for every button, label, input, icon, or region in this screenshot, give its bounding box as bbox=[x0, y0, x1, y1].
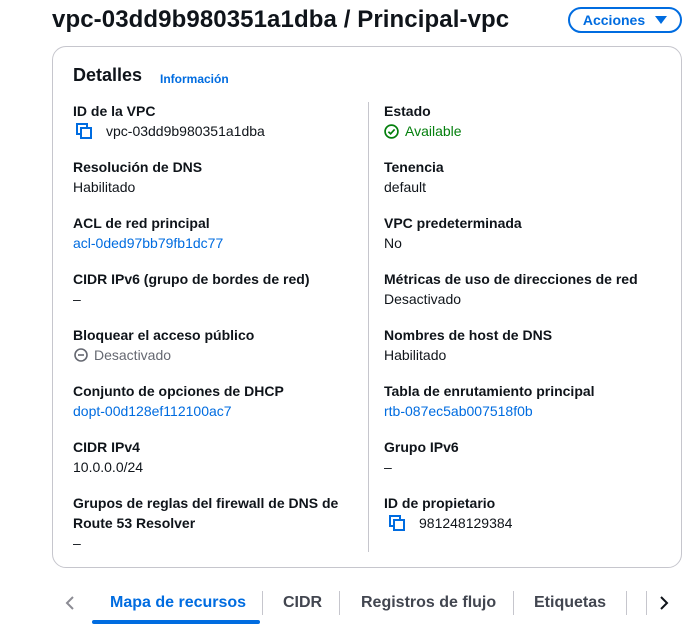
dns-firewall-value: – bbox=[73, 535, 81, 551]
main-acl-link[interactable]: acl-0ded97bb79fb1dc77 bbox=[73, 233, 353, 253]
field-main-route-table: Tabla de enrutamiento principal rtb-087e… bbox=[384, 381, 664, 421]
field-label: Grupo IPv6 bbox=[384, 439, 459, 455]
tenancy-value: default bbox=[384, 179, 427, 195]
details-panel: Detalles Información ID de la VPC vpc-03… bbox=[52, 46, 682, 568]
vpc-id-value: vpc-03dd9b980351a1dba bbox=[106, 123, 265, 139]
field-label: Nombres de host de DNS bbox=[384, 327, 553, 343]
tab-separator bbox=[646, 591, 647, 615]
tab-separator bbox=[626, 591, 627, 615]
field-dns-resolution: Resolución de DNS Habilitado bbox=[73, 157, 353, 197]
tab-separator bbox=[262, 591, 263, 615]
ipv6-cidr-border-value: – bbox=[73, 291, 81, 307]
field-label-line1: Grupos de reglas del firewall de DNS de bbox=[73, 495, 339, 511]
block-public-access-value: Desactivado bbox=[94, 347, 172, 363]
tab-cidr[interactable]: CIDR bbox=[283, 594, 322, 612]
check-circle-icon bbox=[384, 123, 399, 139]
chevron-right-icon[interactable] bbox=[654, 593, 674, 613]
ipv4-cidr-value: 10.0.0.0/24 bbox=[73, 459, 144, 475]
field-main-acl: ACL de red principal acl-0ded97bb79fb1dc… bbox=[73, 213, 353, 253]
field-label: Estado bbox=[384, 103, 431, 119]
field-label: Bloquear el acceso público bbox=[73, 327, 255, 343]
field-block-public-access: Bloquear el acceso público Desactivado bbox=[73, 325, 353, 365]
field-label-line2: Route 53 Resolver bbox=[73, 515, 196, 531]
default-vpc-value: No bbox=[384, 235, 402, 251]
dns-hostnames-value: Habilitado bbox=[384, 347, 447, 363]
field-label: Resolución de DNS bbox=[73, 159, 203, 175]
tab-flow-logs[interactable]: Registros de flujo bbox=[361, 594, 496, 612]
tab-separator bbox=[513, 591, 514, 615]
field-tenancy: Tenencia default bbox=[384, 157, 664, 197]
actions-button[interactable]: Acciones bbox=[568, 7, 682, 33]
dns-resolution-value: Habilitado bbox=[73, 179, 136, 195]
ipv6-pool-value: – bbox=[384, 459, 392, 475]
actions-button-label: Acciones bbox=[582, 12, 646, 28]
tab-separator bbox=[339, 591, 340, 615]
column-divider bbox=[368, 102, 369, 552]
field-ipv6-cidr-border: CIDR IPv6 (grupo de bordes de red) – bbox=[73, 269, 353, 309]
field-ipv4-cidr: CIDR IPv4 10.0.0.0/24 bbox=[73, 437, 353, 477]
copy-icon[interactable] bbox=[76, 123, 92, 139]
field-state: Estado Available bbox=[384, 101, 664, 141]
page-title: vpc-03dd9b980351a1dba / Principal-vpc bbox=[52, 6, 510, 33]
active-tab-indicator bbox=[92, 620, 260, 624]
main-route-table-link[interactable]: rtb-087ec5ab007518f0b bbox=[384, 401, 664, 421]
field-label: ID de propietario bbox=[384, 495, 496, 511]
field-label: Tenencia bbox=[384, 159, 444, 175]
field-label: Métricas de uso de direcciones de red bbox=[384, 271, 638, 287]
copy-icon[interactable] bbox=[389, 515, 405, 531]
caret-down-icon bbox=[655, 16, 668, 24]
tab-bar: Mapa de recursos CIDR Registros de flujo… bbox=[52, 585, 692, 625]
field-network-address-usage-metrics: Métricas de uso de direcciones de red De… bbox=[384, 269, 674, 309]
tab-resource-map[interactable]: Mapa de recursos bbox=[110, 594, 246, 612]
chevron-left-icon[interactable] bbox=[60, 593, 80, 613]
field-label: ACL de red principal bbox=[73, 215, 210, 231]
info-link[interactable]: Información bbox=[160, 72, 229, 86]
tab-tags[interactable]: Etiquetas bbox=[534, 594, 606, 612]
minus-circle-icon bbox=[74, 348, 88, 362]
field-vpc-id: ID de la VPC vpc-03dd9b980351a1dba bbox=[73, 101, 353, 141]
details-title: Detalles bbox=[73, 65, 143, 85]
field-label: ID de la VPC bbox=[73, 103, 156, 119]
field-dhcp-options: Conjunto de opciones de DHCP dopt-00d128… bbox=[73, 381, 353, 421]
field-label: VPC predeterminada bbox=[384, 215, 522, 231]
field-owner-id: ID de propietario 981248129384 bbox=[384, 493, 664, 533]
field-label: CIDR IPv4 bbox=[73, 439, 140, 455]
state-value: Available bbox=[405, 123, 462, 139]
field-ipv6-pool: Grupo IPv6 – bbox=[384, 437, 664, 477]
field-default-vpc: VPC predeterminada No bbox=[384, 213, 664, 253]
field-label: Conjunto de opciones de DHCP bbox=[73, 383, 284, 399]
field-label: Tabla de enrutamiento principal bbox=[384, 383, 595, 399]
network-address-usage-value: Desactivado bbox=[384, 291, 462, 307]
field-label: CIDR IPv6 (grupo de bordes de red) bbox=[73, 271, 310, 287]
dhcp-options-link[interactable]: dopt-00d128ef112100ac7 bbox=[73, 401, 353, 421]
owner-id-value: 981248129384 bbox=[419, 515, 513, 531]
field-dns-hostnames: Nombres de host de DNS Habilitado bbox=[384, 325, 664, 365]
field-dns-firewall-rule-groups: Grupos de reglas del firewall de DNS de … bbox=[73, 493, 353, 553]
